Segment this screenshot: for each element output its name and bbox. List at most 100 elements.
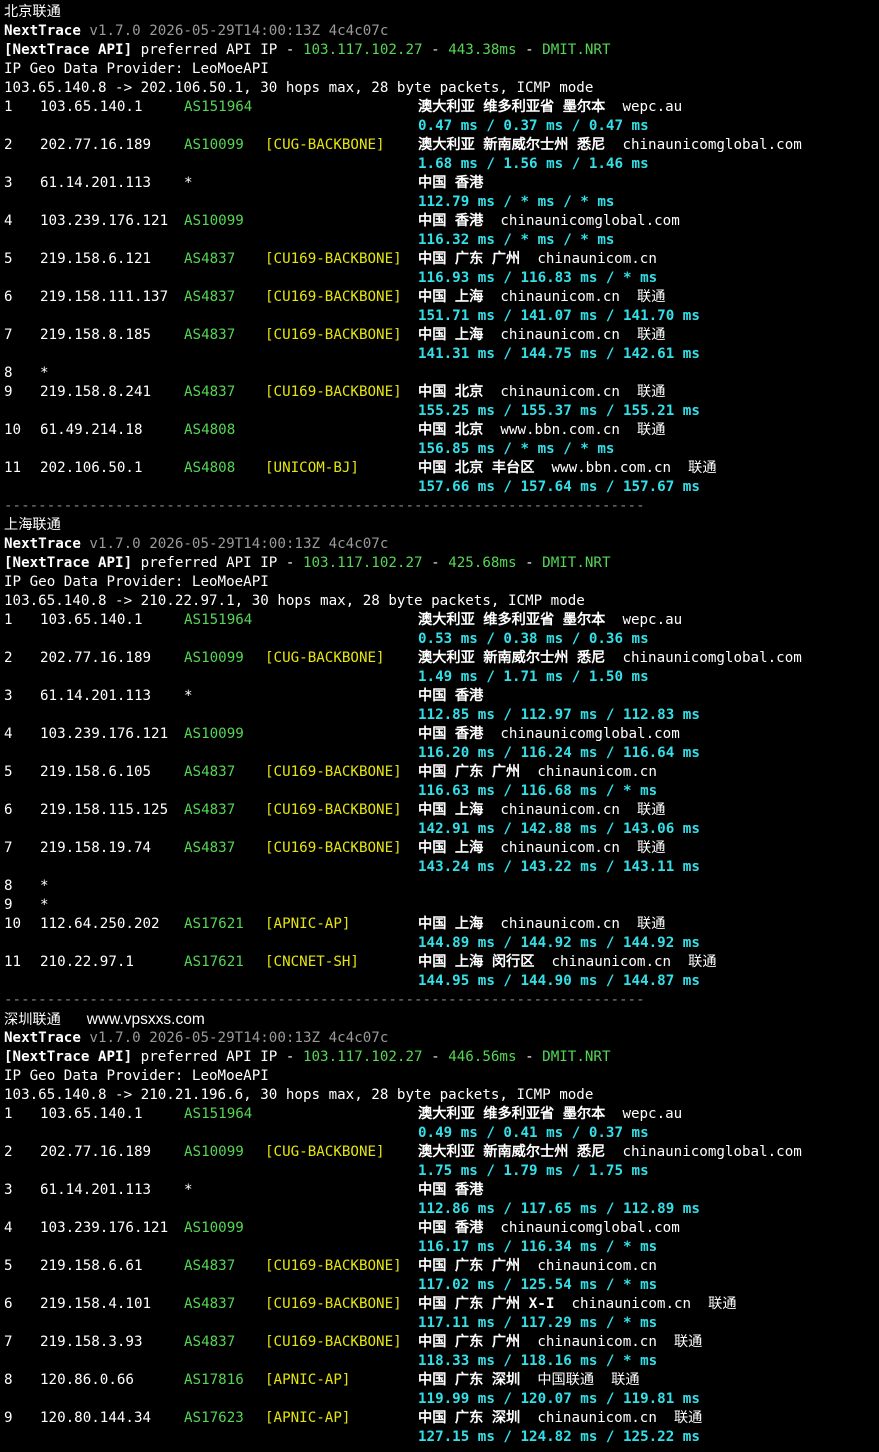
hop-ip: 61.14.201.113 bbox=[40, 688, 152, 704]
hop-ip: 103.239.176.121 bbox=[40, 726, 169, 742]
hop-host: www.bbn.com.cn 联通 bbox=[551, 460, 717, 476]
hop-as: AS10099 bbox=[184, 213, 244, 229]
hop-host: 中国联通 联通 bbox=[537, 1372, 640, 1388]
hop-ip: 219.158.115.125 bbox=[40, 802, 169, 818]
hop-as: AS17816 bbox=[184, 1372, 244, 1388]
hop-backbone-tag: [CUG-BACKBONE] bbox=[265, 137, 385, 153]
hop-geo-location: 澳大利亚 维多利亚省 墨尔本 bbox=[418, 1106, 606, 1122]
block-title: 上海联通 bbox=[4, 517, 61, 533]
hop-ip: 202.77.16.189 bbox=[40, 650, 152, 666]
hop-geo-location: 中国 香港 bbox=[418, 726, 484, 742]
hop-as: AS4837 bbox=[184, 289, 236, 305]
hop-latency: 116.63 ms / 116.68 ms / * ms bbox=[418, 783, 658, 799]
hop-geo: 中国 香港 bbox=[418, 1181, 483, 1200]
hop-row: 9 120.80.144.34 AS17623 [APNIC-AP] 中国 广东 深圳 … bbox=[0, 1409, 879, 1428]
hop-row: 1 103.65.140.1 AS151964 澳大利亚 维多利亚省 墨尔本 wepc… bbox=[0, 98, 879, 117]
hop-as: AS17621 bbox=[184, 954, 244, 970]
hop-ip: 219.158.19.74 bbox=[40, 840, 152, 856]
hop-as: AS10099 bbox=[184, 137, 244, 153]
hop-number: 8 bbox=[4, 1372, 13, 1388]
hop-as: AS4837 bbox=[184, 840, 236, 856]
hop-geo-location: 中国 上海 bbox=[418, 840, 484, 856]
hop-geo: 澳大利亚 维多利亚省 墨尔本 wepc.au bbox=[418, 611, 682, 630]
version-line: NextTrace v1.7.0 2026-05-29T14:00:13Z 4c… bbox=[0, 22, 879, 41]
hop-as: AS4837 bbox=[184, 1296, 236, 1312]
hop-geo-location: 澳大利亚 新南威尔士州 悉尼 bbox=[418, 1144, 606, 1160]
hop-as: AS10099 bbox=[184, 1220, 244, 1236]
hop-latency: 117.11 ms / 117.29 ms / * ms bbox=[418, 1315, 658, 1331]
separator: ----------------------------------------… bbox=[4, 498, 645, 514]
route-text: 103.65.140.8 -> 202.106.50.1, 30 hops ma… bbox=[4, 80, 594, 96]
hop-geo-location: 中国 广东 广州 bbox=[418, 1334, 521, 1350]
hop-rtt-row: 117.11 ms / 117.29 ms / * ms bbox=[0, 1314, 879, 1333]
api-latency: 446.56ms bbox=[448, 1049, 517, 1065]
hop-as: AS151964 bbox=[184, 99, 253, 115]
hop-ip: 112.64.250.202 bbox=[40, 916, 160, 932]
hop-rtt-row: 0.47 ms / 0.37 ms / 0.47 ms bbox=[0, 117, 879, 136]
hop-latency: 119.99 ms / 120.07 ms / 119.81 ms bbox=[418, 1391, 700, 1407]
hop-host: chinaunicom.cn 联通 bbox=[500, 327, 666, 343]
hop-row: 7 219.158.3.93 AS4837 [CU169-BACKBONE] 中国 广东… bbox=[0, 1333, 879, 1352]
api-text: preferred API IP - bbox=[140, 42, 295, 58]
hop-ip: 103.65.140.1 bbox=[40, 99, 143, 115]
hop-number: 5 bbox=[4, 1258, 13, 1274]
hop-row: 4 103.239.176.121 AS10099 中国 香港 chinaunicom… bbox=[0, 1219, 879, 1238]
hop-row: 5 219.158.6.61 AS4837 [CU169-BACKBONE] 中国 广东… bbox=[0, 1257, 879, 1276]
hop-number: 6 bbox=[4, 802, 13, 818]
hop-latency: 127.15 ms / 124.82 ms / 125.22 ms bbox=[418, 1429, 700, 1445]
api-latency: 443.38ms bbox=[448, 42, 517, 58]
hop-number: 2 bbox=[4, 650, 13, 666]
api-text: preferred API IP - bbox=[140, 555, 295, 571]
hop-backbone-tag: [CU169-BACKBONE] bbox=[265, 327, 402, 343]
hop-backbone-tag: [CU169-BACKBONE] bbox=[265, 764, 402, 780]
version-text: v1.7.0 2026-05-29T14:00:13Z 4c4c07c bbox=[89, 536, 389, 552]
hop-row: 1 103.65.140.1 AS151964 澳大利亚 维多利亚省 墨尔本 wepc… bbox=[0, 611, 879, 630]
hop-latency: 1.68 ms / 1.56 ms / 1.46 ms bbox=[418, 156, 649, 172]
hop-backbone-tag: [CU169-BACKBONE] bbox=[265, 384, 402, 400]
hop-host: chinaunicom.cn 联通 bbox=[500, 840, 666, 856]
hop-backbone-tag: [CU169-BACKBONE] bbox=[265, 1258, 402, 1274]
hop-latency: 141.31 ms / 144.75 ms / 142.61 ms bbox=[418, 346, 700, 362]
hop-geo-location: 澳大利亚 维多利亚省 墨尔本 bbox=[418, 99, 606, 115]
geo-provider-line: IP Geo Data Provider: LeoMoeAPI bbox=[0, 573, 879, 592]
hop-geo-location: 中国 上海 bbox=[418, 802, 484, 818]
hop-as: AS4808 bbox=[184, 460, 236, 476]
hop-host: chinaunicom.cn 联通 bbox=[571, 1296, 737, 1312]
api-prefix: [NextTrace API] bbox=[4, 1049, 133, 1065]
api-ip: 103.117.102.27 bbox=[302, 1049, 423, 1065]
hop-as: AS4808 bbox=[184, 422, 236, 438]
hop-as: AS4837 bbox=[184, 1258, 236, 1274]
hop-geo-location: 中国 北京 丰台区 bbox=[418, 460, 535, 476]
hop-geo-location: 中国 广东 深圳 bbox=[418, 1410, 521, 1426]
hop-host: chinaunicom.cn 联通 bbox=[500, 916, 666, 932]
hop-row: 4 103.239.176.121 AS10099 中国 香港 chinaunicom… bbox=[0, 212, 879, 231]
hop-row: 5 219.158.6.105 AS4837 [CU169-BACKBONE] 中国 广… bbox=[0, 763, 879, 782]
hop-rtt-row: 116.20 ms / 116.24 ms / 116.64 ms bbox=[0, 744, 879, 763]
hop-geo: 中国 上海 chinaunicom.cn 联通 bbox=[418, 839, 665, 858]
hop-ip: 202.77.16.189 bbox=[40, 1144, 152, 1160]
hop-backbone-tag: [CU169-BACKBONE] bbox=[265, 1334, 402, 1350]
hop-as: AS4837 bbox=[184, 251, 236, 267]
hop-geo-location: 澳大利亚 新南威尔士州 悉尼 bbox=[418, 650, 606, 666]
hop-geo: 中国 上海 chinaunicom.cn 联通 bbox=[418, 288, 665, 307]
hop-row: 6 219.158.4.101 AS4837 [CU169-BACKBONE] 中国 广… bbox=[0, 1295, 879, 1314]
hop-as: AS4837 bbox=[184, 764, 236, 780]
hop-row: 6 219.158.111.137 AS4837 [CU169-BACKBONE] 中国… bbox=[0, 288, 879, 307]
hop-geo: 中国 香港 chinaunicomglobal.com bbox=[418, 212, 680, 231]
hop-geo-location: 中国 上海 bbox=[418, 289, 484, 305]
hop-backbone-tag: [CU169-BACKBONE] bbox=[265, 1296, 402, 1312]
hop-geo-location: 中国 广东 广州 bbox=[418, 764, 521, 780]
hop-as: AS151964 bbox=[184, 612, 253, 628]
hop-latency: 118.33 ms / 118.16 ms / * ms bbox=[418, 1353, 658, 1369]
hop-latency: 155.25 ms / 155.37 ms / 155.21 ms bbox=[418, 403, 700, 419]
hop-rtt-row: 143.24 ms / 143.22 ms / 143.11 ms bbox=[0, 858, 879, 877]
hop-rtt-row: 142.91 ms / 142.88 ms / 143.06 ms bbox=[0, 820, 879, 839]
hop-as: AS17623 bbox=[184, 1410, 244, 1426]
hop-rtt-row: 157.66 ms / 157.64 ms / 157.67 ms bbox=[0, 478, 879, 497]
hop-host: chinaunicomglobal.com bbox=[622, 1144, 802, 1160]
hop-geo: 澳大利亚 新南威尔士州 悉尼 chinaunicomglobal.com bbox=[418, 649, 802, 668]
hop-ip: 219.158.6.121 bbox=[40, 251, 152, 267]
hop-rtt-row: 112.86 ms / 117.65 ms / 112.89 ms bbox=[0, 1200, 879, 1219]
hop-row: 2 202.77.16.189 AS10099 [CUG-BACKBONE] 澳大利亚 … bbox=[0, 136, 879, 155]
hop-host: chinaunicom.cn 联通 bbox=[551, 954, 717, 970]
